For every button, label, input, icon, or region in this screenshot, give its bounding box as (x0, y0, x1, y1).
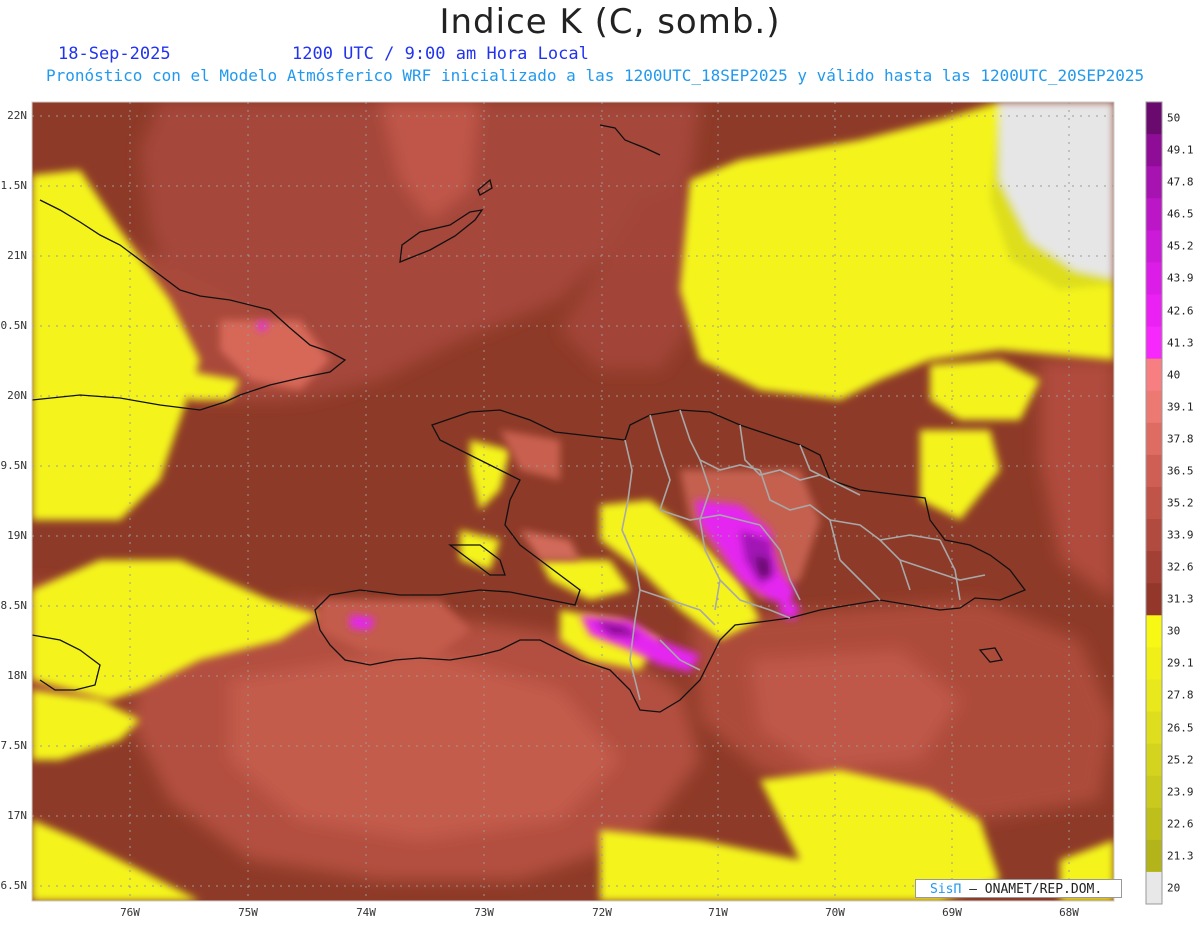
credit-box: SisΠ – ONAMET/REP.DOM. (915, 879, 1122, 898)
colorbar-swatch (1146, 230, 1162, 263)
colorbar-label: 25.2 (1167, 753, 1194, 767)
lon-label: 69W (942, 906, 962, 919)
lat-label: 6.5N (0, 879, 28, 892)
colorbar-label: 23.9 (1167, 785, 1194, 799)
sis-logo-text: SisΠ (930, 882, 962, 897)
colorbar-label: 42.6 (1167, 304, 1194, 318)
colorbar-swatch (1146, 326, 1162, 360)
colorbar-swatch (1146, 166, 1162, 199)
forecast-date: 18-Sep-2025 (58, 44, 171, 64)
colorbar-label: 37.8 (1167, 432, 1194, 446)
lat-label: 0.5N (0, 319, 28, 332)
colorbar-swatch (1146, 102, 1162, 135)
forecast-time: 1200 UTC / 9:00 am Hora Local (292, 44, 589, 64)
forecast-description: Pronóstico con el Modelo Atmósferico WRF… (46, 66, 1145, 85)
lat-label: 9.5N (0, 459, 28, 472)
colorbar-label: 46.5 (1167, 207, 1194, 221)
lat-label: 19N (7, 529, 27, 542)
lon-label: 75W (238, 906, 258, 919)
lon-label: 72W (592, 906, 612, 919)
lat-label: 1.5N (0, 179, 28, 192)
credit-text: – ONAMET/REP.DOM. (961, 882, 1103, 897)
colorbar-swatch (1146, 647, 1162, 680)
colorbar-swatch (1146, 519, 1162, 552)
colorbar-swatch (1146, 711, 1162, 745)
lat-label: 18N (7, 669, 27, 682)
lon-label: 71W (708, 906, 728, 919)
lon-label: 70W (825, 906, 845, 919)
colorbar-swatch (1146, 422, 1162, 456)
colorbar-label: 45.2 (1167, 239, 1194, 253)
colorbar-label: 31.3 (1167, 592, 1194, 606)
colorbar-label: 29.1 (1167, 656, 1194, 670)
k-index-map (31, 101, 1163, 905)
colorbar-swatch (1146, 262, 1162, 295)
lat-label: 17N (7, 809, 27, 822)
colorbar-label: 47.8 (1167, 175, 1194, 189)
colorbar-label: 27.8 (1167, 688, 1194, 702)
colorbar-label: 41.3 (1167, 336, 1194, 350)
colorbar-swatch (1146, 551, 1162, 584)
lon-label: 73W (474, 906, 494, 919)
lat-label: 21N (7, 249, 27, 262)
colorbar-swatch (1146, 583, 1162, 616)
colorbar-swatch (1146, 294, 1162, 328)
colorbar-swatch (1146, 615, 1162, 648)
colorbar-label: 32.6 (1167, 560, 1194, 574)
map-title: Indice K (C, somb.) (439, 2, 781, 42)
colorbar-label: 35.2 (1167, 496, 1194, 510)
colorbar-swatch (1146, 486, 1162, 520)
colorbar-label: 36.5 (1167, 464, 1194, 478)
colorbar-swatch (1146, 839, 1162, 873)
colorbar-label: 50 (1167, 111, 1181, 125)
colorbar-label: 33.9 (1167, 528, 1194, 542)
colorbar-swatch (1146, 679, 1162, 713)
colorbar-label: 49.1 (1167, 143, 1194, 157)
lat-label: 8.5N (0, 599, 28, 612)
colorbar-label: 20 (1167, 881, 1181, 895)
lat-label: 22N (7, 109, 27, 122)
lat-label: 7.5N (0, 739, 28, 752)
colorbar-label: 22.6 (1167, 817, 1194, 831)
colorbar-label: 21.3 (1167, 849, 1194, 863)
colorbar-label: 39.1 (1167, 400, 1194, 414)
lon-label: 74W (356, 906, 376, 919)
colorbar-swatch (1146, 358, 1162, 392)
colorbar-swatch (1146, 198, 1162, 231)
colorbar-swatch (1146, 871, 1162, 905)
colorbar-swatch (1146, 134, 1162, 167)
colorbar-swatch (1146, 807, 1162, 841)
lon-label: 68W (1059, 906, 1079, 919)
lat-label: 20N (7, 389, 27, 402)
colorbar-label: 26.5 (1167, 721, 1194, 735)
colorbar-swatch (1146, 454, 1162, 488)
colorbar-label: 43.9 (1167, 271, 1194, 285)
colorbar-swatch (1146, 775, 1162, 809)
colorbar-label: 30 (1167, 624, 1181, 638)
colorbar-swatch (1146, 390, 1162, 424)
colorbar-label: 40 (1167, 368, 1181, 382)
colorbar (1145, 101, 1163, 905)
colorbar-swatch (1146, 743, 1162, 777)
lon-label: 76W (120, 906, 140, 919)
